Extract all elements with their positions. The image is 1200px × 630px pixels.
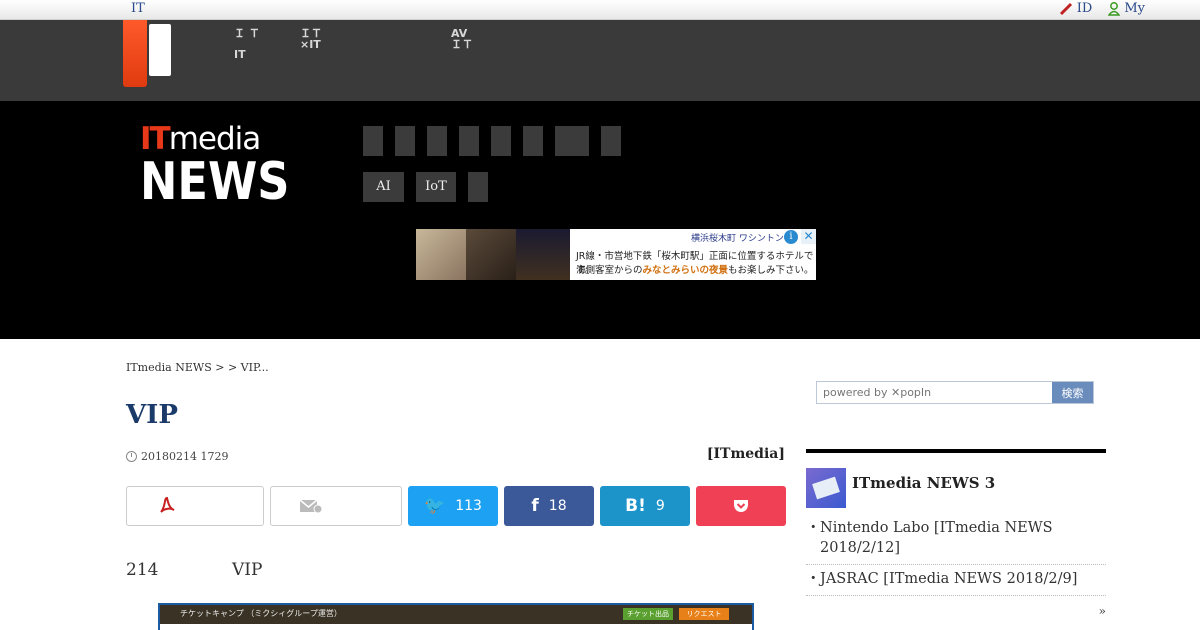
article-title: VIP [126, 400, 178, 430]
search-button[interactable]: 検索 [1052, 382, 1093, 403]
pencil-icon [1059, 2, 1072, 15]
nav-tab-5[interactable] [491, 126, 511, 156]
top-brand-link[interactable]: IT [131, 1, 145, 16]
more-link[interactable]: » [1099, 604, 1106, 618]
newsletter-icon [806, 468, 846, 508]
ad-close-icon[interactable]: ✕ [801, 229, 816, 244]
itmedia-mark-white [149, 24, 171, 76]
id-link[interactable]: ID [1059, 1, 1092, 16]
ad-text-2: 海側客室からのみなとみらいの夜景もお楽しみ下さい。 [576, 265, 814, 276]
nav-tab-6[interactable] [523, 126, 543, 156]
article-image-button-2: リクエスト [679, 608, 729, 620]
breadcrumb[interactable]: ITmedia NEWS > > VIP... [126, 361, 269, 374]
ranking-title: ITmedia NEWS 3 [852, 474, 996, 492]
article-date: 20180214 1729 [126, 450, 228, 463]
pocket-icon [734, 500, 748, 512]
nav-tab-1[interactable] [363, 126, 383, 156]
category-link-1[interactable]: Ｉ Ｔ IT [234, 28, 260, 60]
hatena-icon: B! [625, 496, 646, 516]
article-image-button-1: チケット出品 [623, 608, 673, 620]
ranking-item[interactable]: JASRAC [ITmedia NEWS 2018/2/9] [806, 565, 1106, 596]
pdf-button[interactable] [126, 486, 264, 526]
ad-image-lobby [416, 229, 466, 280]
search-input[interactable] [817, 382, 1053, 403]
banner-ad[interactable]: 横浜桜木町 ワシントン JR線・市営地下鉄「桜木町駅」正面に位置するホテルです。… [416, 229, 816, 280]
ranking-header: ITmedia NEWS 3 [806, 453, 1106, 508]
category-link-2[interactable]: ＩＴ ×IT [300, 28, 322, 50]
top-bar-links: ID My [1059, 1, 1145, 16]
ad-image-nightview [516, 229, 570, 280]
my-link[interactable]: My [1108, 1, 1145, 16]
article-image-title: チケットキャンプ （ミクシィグループ運営） [180, 609, 342, 618]
user-icon [1108, 1, 1121, 16]
article-byline: [ITmedia] [706, 446, 785, 462]
hatena-bookmark-button[interactable]: B! 9 [600, 486, 690, 526]
nav-tab-8[interactable] [601, 126, 621, 156]
ranking-item[interactable]: Nintendo Labo [ITmedia NEWS 2018/2/12] [806, 514, 1106, 565]
nav-tab-2[interactable] [395, 126, 415, 156]
ad-image-room [466, 229, 516, 280]
clock-icon [126, 451, 137, 462]
tag-3[interactable] [468, 172, 488, 202]
article-lead: 214 [126, 560, 159, 580]
site-search: 検索 [816, 381, 1094, 404]
mail-icon [299, 499, 323, 514]
article-lead-2: VIP [232, 560, 263, 580]
site-header: ITmedia NEWS AI IoT 横浜桜木町 ワシントン JR線・市営地下… [0, 101, 1200, 339]
pocket-button[interactable] [696, 486, 786, 526]
itmedia-news-logo[interactable]: ITmedia NEWS [140, 121, 314, 208]
pdf-icon [160, 496, 175, 513]
category-link-3[interactable]: AV ＩＴ [451, 28, 473, 50]
twitter-icon: 🐦 [424, 496, 446, 516]
ranking-list: Nintendo Labo [ITmedia NEWS 2018/2/12] J… [806, 514, 1106, 596]
tag-iot[interactable]: IoT [416, 172, 456, 202]
ad-info-icon[interactable]: i [784, 230, 798, 244]
ad-hotel-name: 横浜桜木町 ワシントン [691, 234, 784, 244]
facebook-share-button[interactable]: f 18 [504, 486, 594, 526]
twitter-share-button[interactable]: 🐦 113 [408, 486, 498, 526]
article-image[interactable]: チケットキャンプ （ミクシィグループ運営） チケット出品 リクエスト [158, 603, 754, 630]
category-bar: Ｉ Ｔ IT ＩＴ ×IT AV ＩＴ [0, 20, 1200, 101]
nav-tab-3[interactable] [427, 126, 447, 156]
itmedia-mark[interactable] [123, 20, 147, 87]
nav-tab-4[interactable] [459, 126, 479, 156]
tag-ai[interactable]: AI [363, 172, 404, 202]
nav-tab-7[interactable] [555, 126, 589, 156]
mail-button[interactable] [270, 486, 402, 526]
ranking-widget: ITmedia NEWS 3 Nintendo Labo [ITmedia NE… [806, 449, 1106, 618]
facebook-icon: f [531, 496, 539, 516]
top-bar: IT ID My [0, 0, 1200, 20]
